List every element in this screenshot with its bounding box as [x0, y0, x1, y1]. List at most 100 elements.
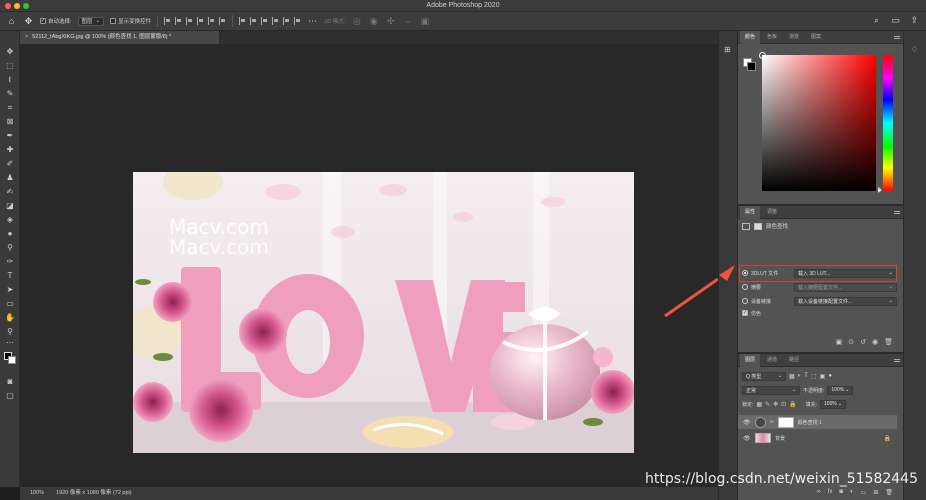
align-top-icon[interactable] — [197, 17, 204, 25]
document-tab[interactable]: × 52112_tAbgXtKG.jpg @ 100% (颜色查找 1, 图层蒙版… — [20, 31, 220, 44]
lock-all-icon[interactable]: 🔒 — [789, 401, 796, 408]
align-middle-icon[interactable] — [208, 17, 215, 25]
lock-artboard-icon[interactable]: ⊡ — [781, 401, 786, 408]
lock-icon[interactable]: 🔒 — [884, 435, 891, 442]
checkbox-box[interactable] — [110, 18, 117, 24]
distribute-bottom-icon[interactable] — [261, 17, 268, 25]
filter-pixel-icon[interactable]: ▦ — [789, 373, 795, 380]
distribute-right-icon[interactable] — [294, 17, 301, 25]
fill-field[interactable]: 100% ⌄ — [820, 399, 847, 409]
layer-filter-dropdown[interactable]: Q 类型 ⌄ — [742, 371, 786, 381]
device-link-radio[interactable] — [742, 298, 748, 304]
tab-adjustments[interactable]: 调整 — [762, 206, 782, 219]
path-select-tool-icon[interactable]: ➤ — [4, 285, 16, 295]
tab-properties[interactable]: 属性 — [740, 205, 761, 219]
align-right-icon[interactable] — [186, 17, 193, 25]
canvas-area[interactable]: Macv.com Macv.com — [20, 44, 718, 487]
device-link-dropdown[interactable]: 载入设备链接配置文件... ⌄ — [794, 296, 897, 306]
3d-orbit-icon[interactable]: ◎ — [351, 16, 362, 27]
dither-row[interactable]: ✓ 仿色 — [742, 308, 897, 318]
zoom-level[interactable]: 100% — [30, 487, 44, 500]
panel-menu-icon[interactable] — [894, 211, 900, 214]
history-brush-tool-icon[interactable]: ✍ — [4, 187, 16, 197]
device-link-row[interactable]: 设备链接 载入设备链接配置文件... ⌄ — [742, 296, 897, 306]
share-icon[interactable]: ⇪ — [909, 15, 920, 26]
filter-toggle-icon[interactable]: ● — [828, 373, 832, 380]
distribute-middle-icon[interactable] — [250, 17, 257, 25]
learn-panel-icon[interactable]: ♢ — [911, 45, 921, 55]
3d-scale-icon[interactable]: ▣ — [419, 16, 430, 27]
hue-slider[interactable] — [883, 55, 893, 191]
screen-mode-icon[interactable]: ▢ — [4, 391, 16, 401]
crop-tool-icon[interactable]: ⌗ — [4, 103, 16, 113]
lock-transparent-icon[interactable]: ▦ — [756, 401, 762, 408]
eye-icon[interactable]: 👁 — [743, 419, 751, 426]
layer-mask-icon[interactable] — [754, 222, 762, 230]
pen-tool-icon[interactable]: ✑ — [4, 257, 16, 267]
type-tool-icon[interactable]: T — [4, 271, 16, 281]
distribute-center-icon[interactable] — [283, 17, 290, 25]
new-group-icon[interactable]: ▭ — [861, 489, 867, 499]
search-icon[interactable]: ⌕ — [871, 15, 882, 26]
hand-tool-icon[interactable]: ✋ — [4, 313, 16, 323]
new-adjustment-icon[interactable]: ◐ — [850, 489, 854, 499]
clip-to-layer-icon[interactable]: ▣ — [836, 338, 843, 346]
brush-tool-icon[interactable]: ✐ — [4, 159, 16, 169]
panel-menu-icon[interactable] — [894, 36, 900, 39]
move-tool-icon[interactable]: ✥ — [23, 16, 34, 27]
blur-tool-icon[interactable]: ● — [4, 229, 16, 239]
abstract-row[interactable]: 摘要 载入摘要配置文件... ⌄ — [742, 282, 897, 292]
align-left-icon[interactable] — [164, 17, 171, 25]
document-dimensions[interactable]: 1920 像素 x 1080 像素 (72 ppi) — [56, 487, 132, 500]
quick-mask-icon[interactable]: ◙ — [4, 377, 16, 387]
more-tools-icon[interactable]: ⋯ — [4, 338, 16, 348]
abstract-radio[interactable] — [742, 284, 748, 290]
filter-smart-object-icon[interactable]: ▣ — [820, 373, 826, 380]
filter-adjustment-icon[interactable]: ◐ — [798, 373, 802, 380]
chain-icon[interactable]: ∞ — [770, 419, 774, 425]
tab-paths[interactable]: 路径 — [784, 354, 804, 367]
distribute-top-icon[interactable] — [239, 17, 246, 25]
shape-tool-icon[interactable]: ▭ — [4, 299, 16, 309]
opacity-field[interactable]: 100% ⌄ — [827, 385, 854, 395]
quick-select-tool-icon[interactable]: ✎ — [4, 89, 16, 99]
trash-icon[interactable]: 🗑 — [885, 489, 893, 499]
3d-slide-icon[interactable]: ⇔ — [402, 16, 413, 27]
add-mask-icon[interactable]: ◙ — [839, 489, 843, 499]
auto-select-checkbox[interactable]: ✓ 自动选择: — [40, 17, 72, 25]
auto-select-target-dropdown[interactable]: 图层 ⌄ — [77, 16, 105, 26]
eye-icon[interactable]: 👁 — [743, 435, 751, 442]
lasso-tool-icon[interactable]: ℓ — [4, 75, 16, 85]
tab-patterns[interactable]: 图案 — [806, 31, 826, 44]
adjustment-layer-icon[interactable] — [742, 222, 750, 230]
healing-brush-tool-icon[interactable]: ✚ — [4, 145, 16, 155]
eyedropper-tool-icon[interactable]: ✒ — [4, 131, 16, 141]
lock-position-icon[interactable]: ✥ — [773, 401, 778, 408]
dodge-tool-icon[interactable]: ⚲ — [4, 243, 16, 253]
frame-tool-icon[interactable]: ⊠ — [4, 117, 16, 127]
layer-item-color-lookup[interactable]: 👁 ∞ 颜色查找 1 — [738, 415, 897, 429]
color-picker-cursor[interactable] — [759, 52, 766, 59]
tab-color[interactable]: 颜色 — [740, 30, 761, 44]
eraser-tool-icon[interactable]: ◪ — [4, 201, 16, 211]
tab-channels[interactable]: 通道 — [762, 354, 782, 367]
close-tab-icon[interactable]: × — [25, 34, 28, 40]
visibility-icon[interactable]: ◉ — [872, 338, 878, 346]
home-icon[interactable]: ⌂ — [6, 16, 17, 27]
3d-roll-icon[interactable]: ◉ — [368, 16, 379, 27]
abstract-dropdown[interactable]: 载入摘要配置文件... ⌄ — [794, 282, 897, 292]
filter-type-icon[interactable]: T — [804, 373, 808, 380]
color-picker-field[interactable] — [759, 52, 876, 191]
link-layers-icon[interactable]: ∞ — [816, 489, 820, 499]
filter-shape-icon[interactable]: ⬚ — [811, 373, 817, 380]
align-center-icon[interactable] — [175, 17, 182, 25]
tab-swatches[interactable]: 色板 — [762, 31, 782, 44]
document-canvas[interactable]: Macv.com Macv.com — [133, 172, 634, 453]
workspace-icon[interactable]: ▭ — [890, 15, 901, 26]
tab-layers[interactable]: 图层 — [740, 353, 761, 367]
distribute-left-icon[interactable] — [272, 17, 279, 25]
checkbox-box[interactable]: ✓ — [40, 18, 46, 24]
zoom-tool-icon[interactable]: ⚲ — [4, 327, 16, 337]
layer-style-icon[interactable]: fx — [828, 489, 833, 499]
more-options-icon[interactable]: ⋯ — [307, 16, 318, 27]
